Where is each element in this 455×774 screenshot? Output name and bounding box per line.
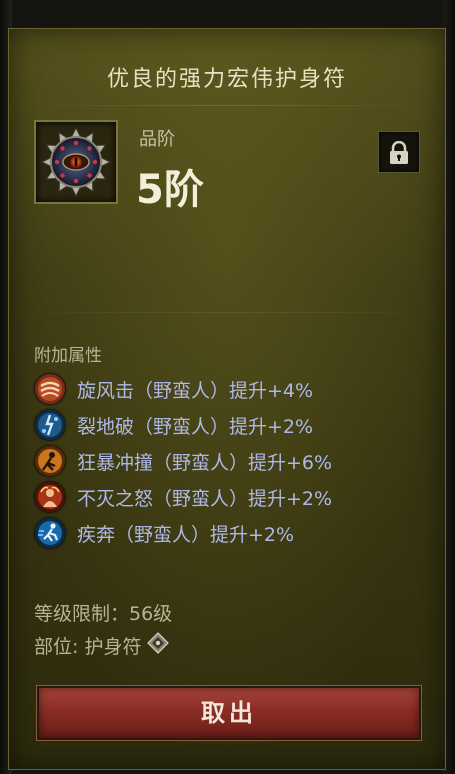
slot-diamond-icon: [147, 632, 170, 659]
sprint-skill-icon: [35, 518, 65, 548]
affix-row-furious-charge: 狂暴冲撞（野蛮人）提升+6%: [35, 443, 332, 479]
title-divider: [31, 105, 423, 106]
grade-value: 5阶: [136, 167, 204, 213]
slot-text: 部位: 护身符: [34, 636, 142, 658]
affix-row-seismic-slam: 裂地破（野蛮人）提升+2%: [35, 407, 332, 443]
item-tooltip-panel: 优良的强力宏伟护身符 品阶 5阶 附加属性 旋风击（野蛮人）提升+4% 裂地破（…: [8, 28, 446, 770]
affix-text: 狂暴冲撞（野蛮人）提升+6%: [77, 451, 333, 474]
grade-label: 品阶: [139, 129, 175, 150]
affix-text: 不灭之怒（野蛮人）提升+2%: [77, 487, 333, 510]
section-divider: [23, 312, 431, 313]
lock-icon: [390, 141, 408, 164]
item-icon-frame: [34, 120, 118, 204]
affix-text: 裂地破（野蛮人）提升+2%: [77, 415, 314, 438]
lock-button[interactable]: [378, 131, 420, 173]
amulet-icon: [40, 126, 112, 198]
wrath-skill-icon: [35, 482, 65, 512]
affix-list: 旋风击（野蛮人）提升+4% 裂地破（野蛮人）提升+2% 狂暴冲撞（野蛮人）提升+…: [35, 371, 332, 551]
affix-row-whirlwind: 旋风击（野蛮人）提升+4%: [35, 371, 332, 407]
seismic-slam-skill-icon: [35, 410, 65, 440]
withdraw-button[interactable]: 取出: [36, 685, 422, 741]
affix-row-wrath: 不灭之怒（野蛮人）提升+2%: [35, 479, 332, 515]
affix-text: 旋风击（野蛮人）提升+4%: [77, 379, 314, 402]
affix-row-sprint: 疾奔（野蛮人）提升+2%: [35, 515, 332, 551]
furious-charge-skill-icon: [35, 446, 65, 476]
attributes-header: 附加属性: [34, 346, 102, 366]
whirlwind-skill-icon: [35, 374, 65, 404]
affix-text: 疾奔（野蛮人）提升+2%: [77, 523, 295, 546]
required-level: 等级限制：56级: [34, 603, 173, 625]
item-slot: 部位: 护身符: [34, 632, 170, 659]
item-title: 优良的强力宏伟护身符: [106, 67, 347, 92]
